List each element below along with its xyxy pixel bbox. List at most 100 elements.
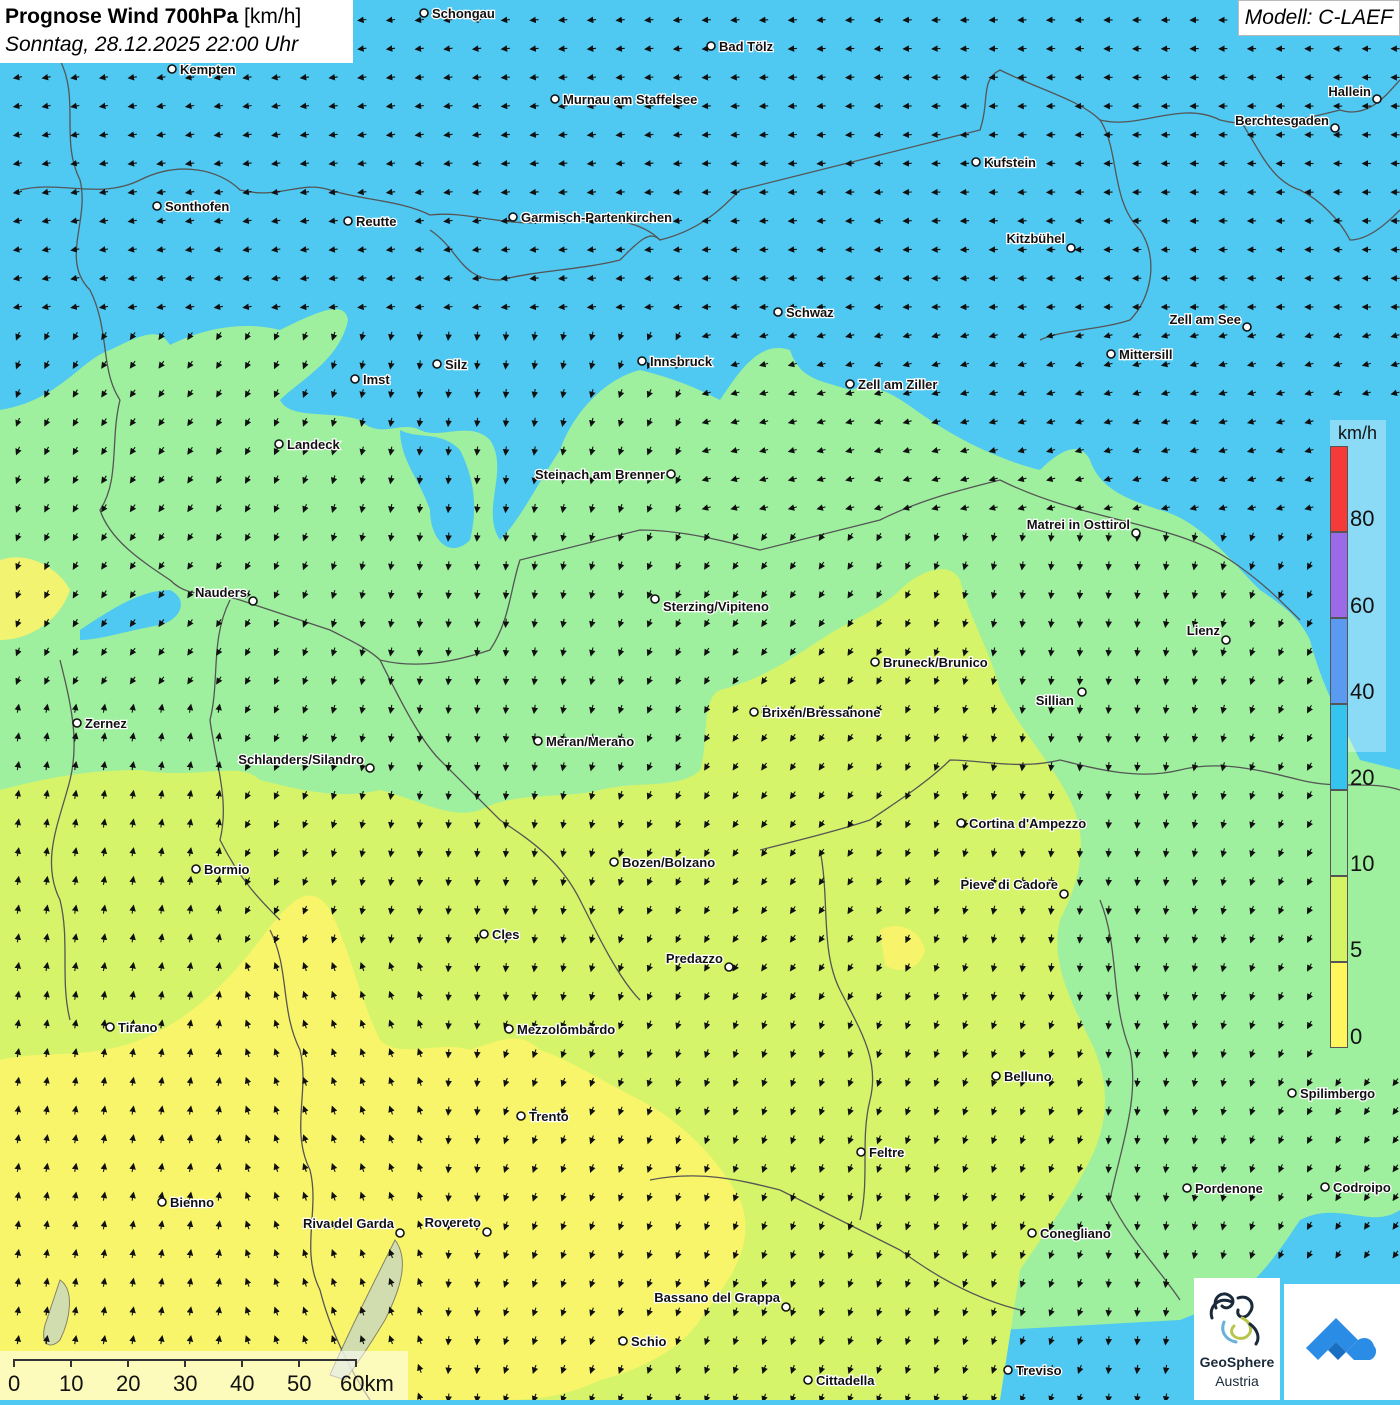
city-label: Pieve di Cadore xyxy=(960,877,1058,892)
wind-arrow xyxy=(818,48,826,49)
logo-name-line2: Austria xyxy=(1194,1373,1280,1389)
city-label: Bassano del Grappa xyxy=(654,1290,780,1305)
city-dot xyxy=(1373,95,1381,103)
city-label: Steinach am Brenner xyxy=(535,467,665,482)
scale-tick xyxy=(298,1359,300,1367)
city-dot xyxy=(192,865,200,873)
city-label: Cles xyxy=(492,927,519,942)
city-dot xyxy=(275,440,283,448)
model-label: Modell: C-LAEF xyxy=(1238,0,1400,36)
city-label: Treviso xyxy=(1016,1363,1062,1378)
wind-arrow xyxy=(846,192,854,193)
city-label: Zell am Ziller xyxy=(858,377,937,392)
legend-color-bar xyxy=(1330,704,1348,790)
city-dot xyxy=(957,819,965,827)
city-dot xyxy=(1078,688,1086,696)
wind-arrow xyxy=(703,163,711,164)
city-label: Zernez xyxy=(85,716,127,731)
city-marker: Bozen/Bolzano xyxy=(610,855,715,870)
wind-arrow xyxy=(760,20,768,21)
city-label: Bozen/Bolzano xyxy=(622,855,715,870)
city-dot xyxy=(707,42,715,50)
legend-label: 80 xyxy=(1350,506,1374,532)
wind-arrow xyxy=(760,249,768,250)
wind-arrow xyxy=(875,135,883,136)
title-box: Prognose Wind 700hPa [km/h] Sonntag, 28.… xyxy=(0,0,353,63)
scale-tick xyxy=(241,1359,243,1367)
city-label: Murnau am Staffelsee xyxy=(563,92,697,107)
wind-arrow xyxy=(760,192,768,193)
wind-arrow xyxy=(703,192,711,193)
scale-label: 60km xyxy=(340,1371,394,1397)
city-dot xyxy=(638,357,646,365)
wind-arrow xyxy=(789,106,797,107)
city-label: Riva del Garda xyxy=(303,1216,395,1231)
city-label: Spilimbergo xyxy=(1300,1086,1375,1101)
wind-arrow xyxy=(875,192,883,193)
city-dot xyxy=(651,595,659,603)
wind-arrow xyxy=(818,135,826,136)
city-label: Sterzing/Vipiteno xyxy=(663,599,769,614)
wind-map: SchongauBad TölzKemptenMurnau am Staffel… xyxy=(0,0,1400,1400)
legend-label: 5 xyxy=(1350,937,1362,963)
city-dot xyxy=(106,1023,114,1031)
city-label: Conegliano xyxy=(1040,1226,1111,1241)
city-dot xyxy=(509,213,517,221)
legend-label: 40 xyxy=(1350,679,1374,705)
city-marker: Murnau am Staffelsee xyxy=(551,92,697,107)
city-dot xyxy=(1243,323,1251,331)
city-label: Meran/Merano xyxy=(546,734,634,749)
city-dot xyxy=(1067,244,1075,252)
title-text: Prognose Wind 700hPa xyxy=(5,5,238,28)
wind-arrow xyxy=(789,135,797,136)
city-dot xyxy=(992,1072,1000,1080)
scale-tick xyxy=(70,1359,72,1367)
wind-arrow xyxy=(760,163,768,164)
city-dot xyxy=(505,1025,513,1033)
city-dot xyxy=(1321,1183,1329,1191)
city-marker: Conegliano xyxy=(1028,1226,1111,1241)
app-logo xyxy=(1284,1284,1400,1400)
wind-arrow xyxy=(818,106,826,107)
city-label: Cortina d'Ampezzo xyxy=(969,816,1086,831)
city-dot xyxy=(1183,1184,1191,1192)
city-label: Landeck xyxy=(287,437,341,452)
city-marker: Steinach am Brenner xyxy=(535,467,675,482)
city-label: Brixen/Bressanone xyxy=(762,705,881,720)
wind-arrow xyxy=(703,221,711,222)
wind-arrow xyxy=(875,77,883,78)
city-label: Imst xyxy=(363,372,390,387)
city-label: Lienz xyxy=(1187,623,1221,638)
wind-arrow xyxy=(703,77,711,78)
city-dot xyxy=(1288,1089,1296,1097)
city-dot xyxy=(396,1229,404,1237)
wind-arrow xyxy=(760,106,768,107)
color-legend: km/h 806040201050 xyxy=(1330,420,1386,1060)
wind-arrow xyxy=(846,106,854,107)
wind-arrow xyxy=(818,278,826,279)
city-label: Cittadella xyxy=(816,1373,875,1388)
city-label: Bad Tölz xyxy=(719,39,774,54)
city-dot xyxy=(610,858,618,866)
city-marker: Garmisch-Partenkirchen xyxy=(509,210,672,225)
wind-arrow xyxy=(703,106,711,107)
legend-label: 20 xyxy=(1350,765,1374,791)
city-label: Kitzbühel xyxy=(1007,231,1066,246)
city-marker: Bruneck/Brunico xyxy=(871,655,988,670)
wind-arrow xyxy=(846,278,854,279)
wind-arrow xyxy=(818,221,826,222)
city-label: Schlanders/Silandro xyxy=(238,752,364,767)
city-label: Berchtesgaden xyxy=(1235,113,1329,128)
wind-arrow xyxy=(703,307,711,308)
wind-arrow xyxy=(732,106,740,107)
wind-arrow xyxy=(846,307,854,308)
city-dot xyxy=(667,470,675,478)
wind-arrow xyxy=(703,278,711,279)
scale-tick xyxy=(355,1359,357,1367)
city-dot xyxy=(619,1337,627,1345)
wind-arrow xyxy=(732,249,740,250)
city-dot xyxy=(804,1376,812,1384)
wind-arrow xyxy=(846,163,854,164)
legend-color-bar xyxy=(1330,446,1348,532)
city-label: Codroipo xyxy=(1333,1180,1391,1195)
